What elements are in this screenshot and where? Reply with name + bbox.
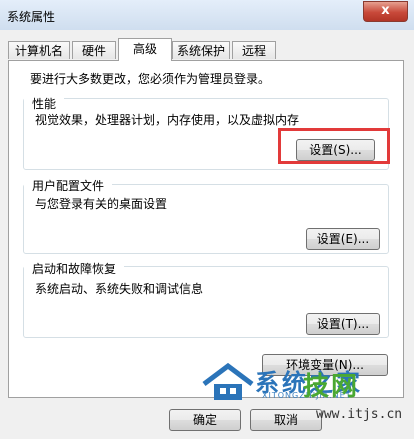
watermark-jiwang: 技网	[303, 372, 360, 402]
close-button[interactable]: x	[363, 1, 408, 22]
admin-note: 要进行大多数更改，您必须作为管理员登录。	[30, 72, 271, 86]
tab-hardware[interactable]: 硬件	[72, 41, 116, 59]
startup-recovery-desc: 系统启动、系统失败和调试信息	[35, 282, 204, 296]
tab-computer-name[interactable]: 计算机名	[8, 41, 70, 59]
title-bar: 系统属性 x	[0, 0, 414, 30]
tab-remote[interactable]: 远程	[232, 41, 276, 59]
startup-recovery-group: 启动和故障恢复 系统启动、系统失败和调试信息 设置(T)...	[23, 260, 389, 338]
tab-advanced[interactable]: 高级	[118, 38, 172, 61]
close-icon: x	[381, 3, 390, 18]
startup-recovery-title: 启动和故障恢复	[24, 260, 125, 277]
performance-settings-button[interactable]: 设置(S)...	[296, 139, 375, 161]
tab-system-protection[interactable]: 系统保护	[172, 41, 230, 59]
watermark-url: www.itjs.cn	[316, 407, 403, 422]
startup-recovery-settings-button[interactable]: 设置(T)...	[306, 313, 380, 335]
cancel-button[interactable]: 取消	[250, 409, 322, 431]
performance-group: 性能 视觉效果，处理器计划，内存使用，以及虚拟内存 设置(S)...	[23, 95, 389, 170]
ok-button[interactable]: 确定	[169, 409, 241, 431]
user-profiles-settings-button[interactable]: 设置(E)...	[306, 228, 380, 250]
user-profiles-title: 用户配置文件	[24, 177, 113, 194]
user-profiles-group: 用户配置文件 与您登录有关的桌面设置 设置(E)...	[23, 177, 389, 254]
window-title: 系统属性	[7, 10, 56, 24]
performance-desc: 视觉效果，处理器计划，内存使用，以及虚拟内存	[35, 113, 300, 127]
performance-title: 性能	[24, 95, 65, 112]
user-profiles-desc: 与您登录有关的桌面设置	[35, 197, 168, 211]
